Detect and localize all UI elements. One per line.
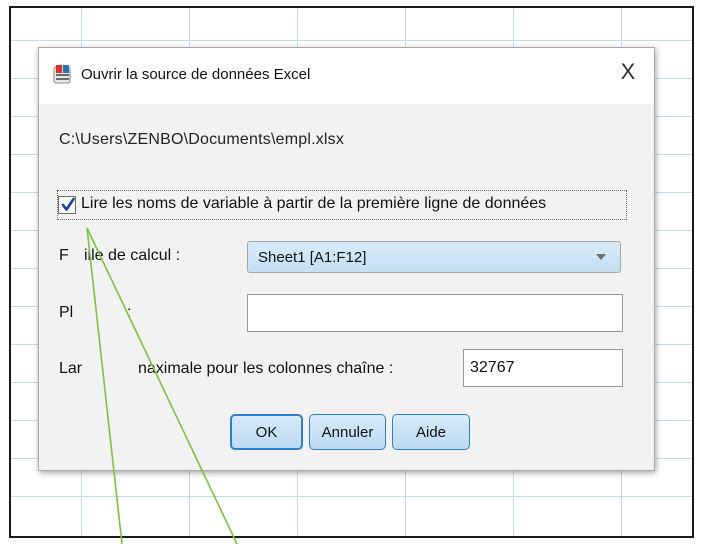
annotation-arrow-line xyxy=(86,227,123,544)
annotation-arrows xyxy=(86,227,238,544)
annotation-arrow-line xyxy=(86,227,238,544)
